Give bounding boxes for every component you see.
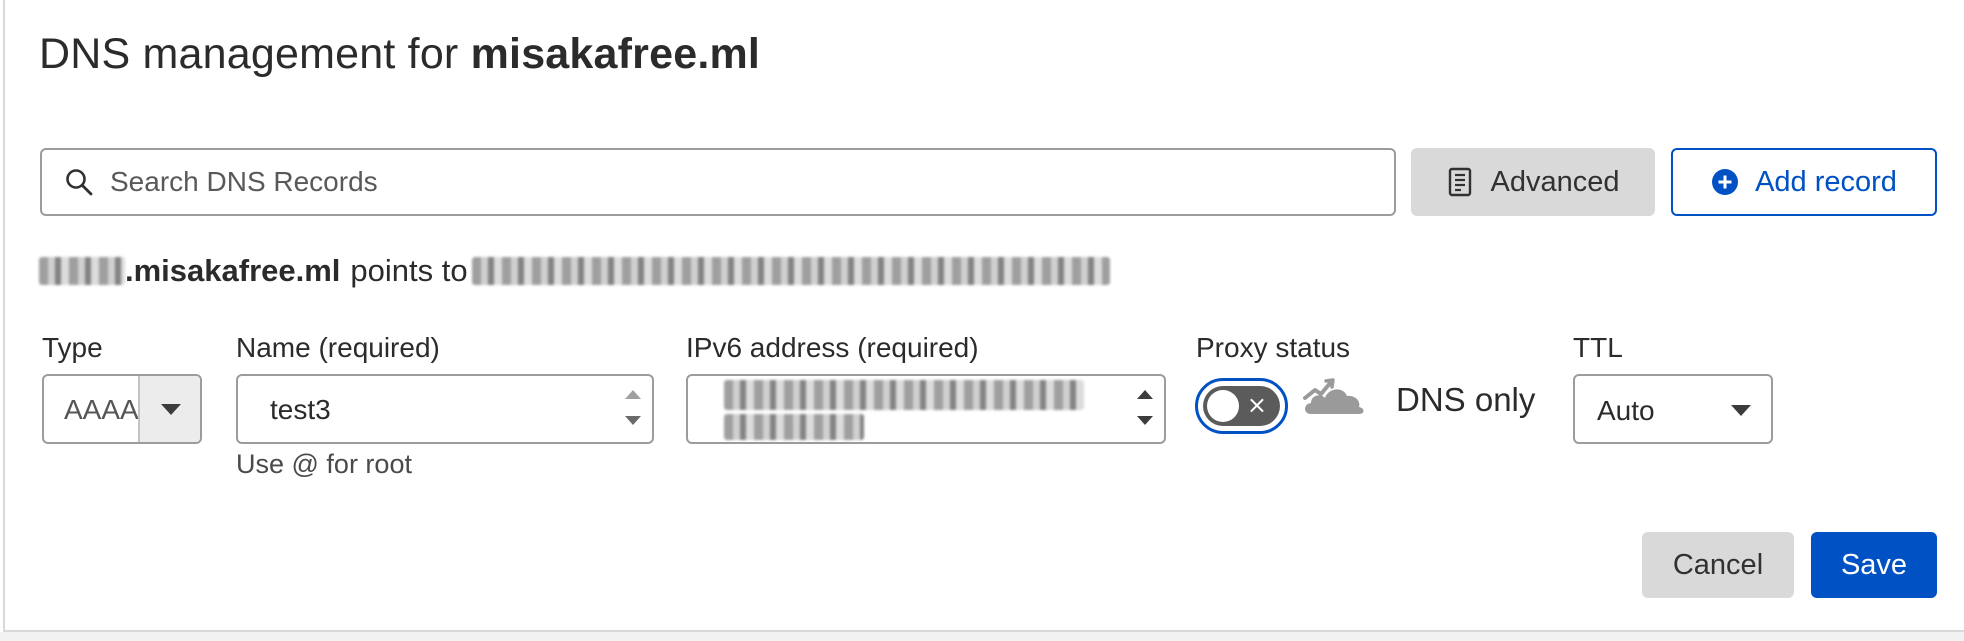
scroll-up-icon[interactable] xyxy=(625,390,641,399)
type-select[interactable]: AAAA xyxy=(42,374,202,444)
scroll-up-icon[interactable] xyxy=(1137,390,1153,399)
search-icon xyxy=(66,169,93,196)
proxy-status-label: Proxy status xyxy=(1196,332,1351,363)
search-box[interactable] xyxy=(40,148,1396,216)
type-value: AAAA xyxy=(64,394,139,425)
scroll-down-icon[interactable] xyxy=(625,416,641,425)
ipv6-label: IPv6 address (required) xyxy=(686,332,979,363)
preview-domain: .misakafree.ml xyxy=(125,253,341,288)
ttl-value: Auto xyxy=(1597,395,1655,426)
proxy-toggle-knob xyxy=(1207,390,1239,422)
plus-circle-icon xyxy=(1712,169,1739,195)
cancel-button[interactable]: Cancel xyxy=(1642,532,1794,598)
add-record-button[interactable]: Add record xyxy=(1671,148,1937,216)
redacted-target xyxy=(471,257,1110,285)
redacted-ipv6-line2 xyxy=(724,414,864,440)
panel-footer-strip xyxy=(0,632,1964,641)
proxy-toggle[interactable]: × xyxy=(1195,378,1288,434)
add-record-label: Add record xyxy=(1755,165,1897,198)
proxy-toggle-track: × xyxy=(1203,386,1280,426)
proxy-status-text: DNS only xyxy=(1396,381,1536,418)
redacted-ipv6-line1 xyxy=(724,380,1084,410)
redacted-subdomain xyxy=(39,257,125,285)
record-preview: .misakafree.ml points to xyxy=(39,253,1110,289)
document-list-icon xyxy=(1448,167,1471,197)
preview-points-to: points to xyxy=(350,253,468,288)
ttl-select[interactable]: Auto xyxy=(1573,374,1773,444)
page-title-prefix: DNS management for xyxy=(39,30,471,78)
name-field[interactable]: test3 xyxy=(236,374,654,444)
chevron-down-icon xyxy=(1731,405,1751,416)
chevron-down-icon xyxy=(161,404,181,415)
search-input[interactable] xyxy=(108,165,1394,199)
advanced-label: Advanced xyxy=(1490,165,1620,198)
ttl-label: TTL xyxy=(1573,332,1623,363)
type-dropdown-toggle[interactable] xyxy=(138,376,200,442)
save-button[interactable]: Save xyxy=(1811,532,1937,598)
ipv6-spinner[interactable] xyxy=(1134,384,1156,436)
page-title-domain: misakafree.ml xyxy=(470,30,761,78)
cloud-bypass-icon xyxy=(1303,378,1364,414)
scroll-down-icon[interactable] xyxy=(1137,416,1153,425)
advanced-button[interactable]: Advanced xyxy=(1411,148,1655,216)
name-value: test3 xyxy=(270,394,331,425)
type-label: Type xyxy=(42,332,103,363)
name-helper-text: Use @ for root xyxy=(236,449,412,479)
close-icon: × xyxy=(1246,391,1267,419)
ipv6-address-field[interactable] xyxy=(686,374,1166,444)
name-spinner[interactable] xyxy=(622,384,644,436)
page-title: DNS management for misakafree.ml xyxy=(39,30,760,79)
name-label: Name (required) xyxy=(236,332,440,363)
dns-management-panel: DNS management for misakafree.ml Advance… xyxy=(3,0,1964,632)
